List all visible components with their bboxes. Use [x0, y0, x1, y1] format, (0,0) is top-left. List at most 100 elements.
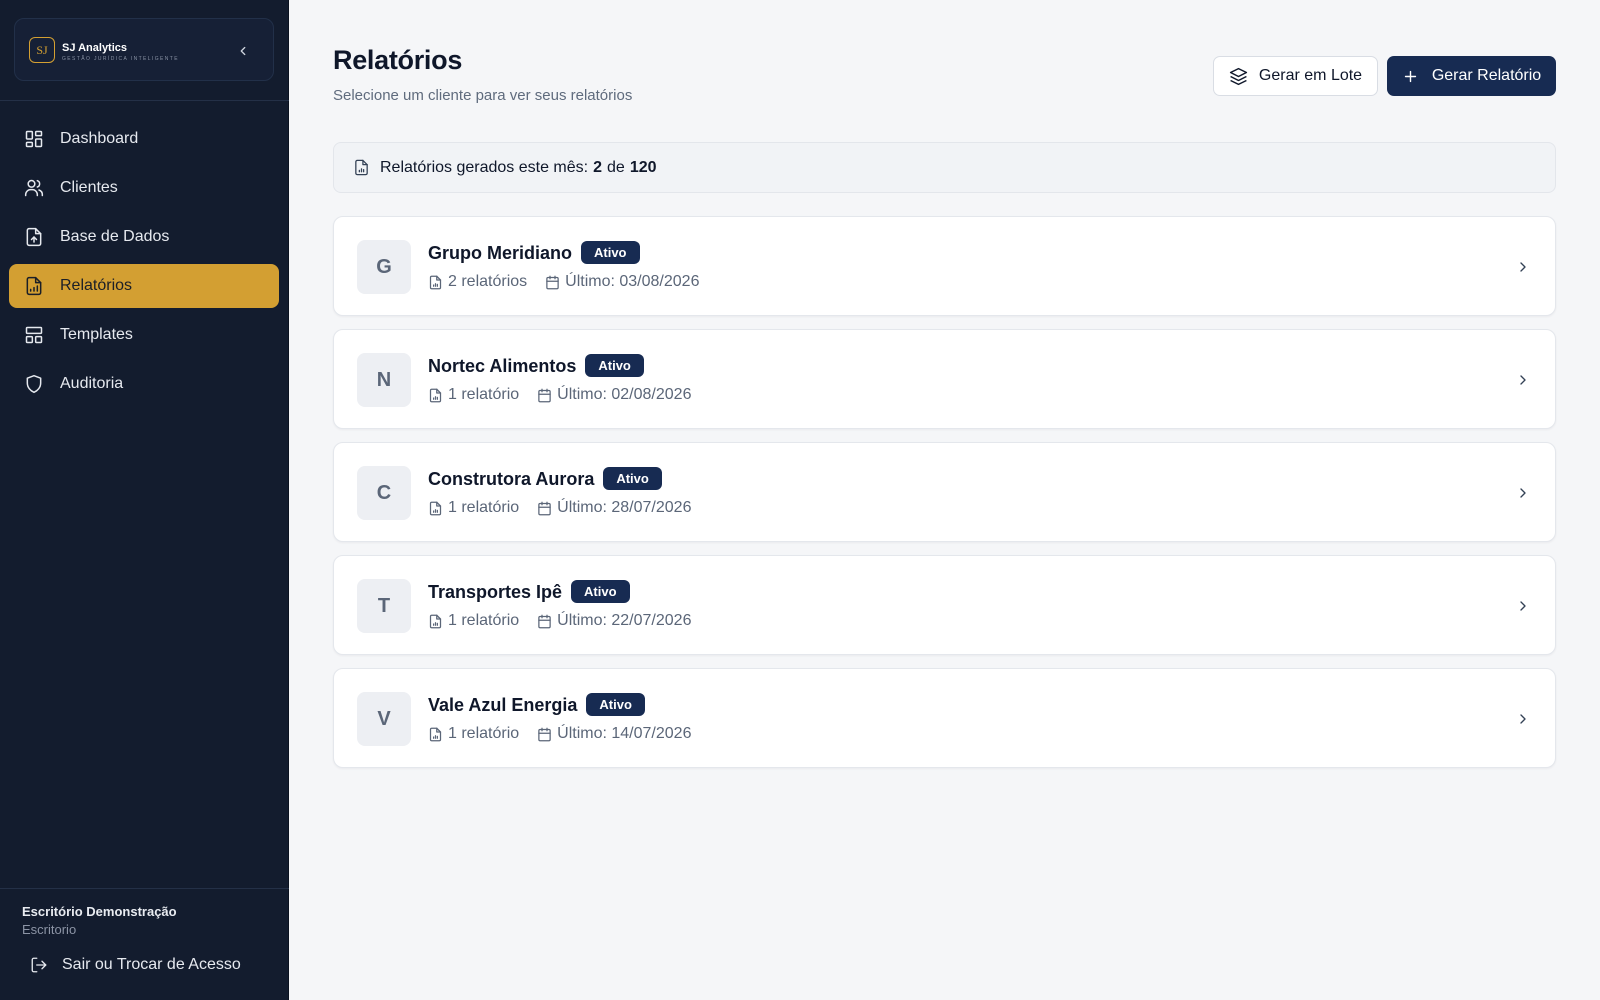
client-meta: 1 relatório Último: 02/08/2026: [428, 386, 691, 404]
generate-report-label: Gerar Relatório: [1431, 67, 1542, 84]
status-badge: Ativo: [571, 580, 630, 603]
report-count: 1 relatório: [448, 725, 520, 742]
sidebar-item-auditoria[interactable]: Auditoria: [9, 362, 279, 406]
chevron-right-icon: [1513, 370, 1533, 390]
logout-button[interactable]: Sair ou Trocar de Acesso: [30, 955, 241, 975]
file-chart-icon: [428, 387, 444, 403]
file-chart-icon: [428, 500, 444, 516]
client-meta: 1 relatório Último: 22/07/2026: [428, 612, 691, 630]
sidebar-item-label: Dashboard: [60, 130, 139, 147]
sidebar: SJ SJ Analytics GESTÃO JURÍDICA INTELIGE…: [0, 0, 289, 1000]
logout-icon: [30, 955, 50, 975]
client-list: G Grupo Meridiano Ativo 2 relatórios Últi…: [333, 216, 1556, 781]
file-chart-icon: [23, 275, 45, 297]
office-name: Escritório Demonstração: [22, 904, 177, 919]
status-badge: Ativo: [603, 467, 662, 490]
last-report-date: Último: 28/07/2026: [557, 499, 692, 516]
brand-logo: SJ: [29, 37, 55, 63]
client-name-text: Nortec Alimentos: [428, 356, 577, 376]
client-name-text: Grupo Meridiano: [428, 243, 572, 263]
client-meta: 1 relatório Último: 14/07/2026: [428, 725, 691, 743]
plus-icon: [1402, 66, 1422, 86]
client-name-text: Vale Azul Energia: [428, 695, 578, 715]
client-card[interactable]: V Vale Azul Energia Ativo 1 relatório Últ…: [333, 668, 1556, 768]
file-chart-icon: [353, 159, 371, 177]
chevron-right-icon: [1513, 596, 1533, 616]
sidebar-item-label: Clientes: [60, 179, 118, 196]
collapse-sidebar-button[interactable]: [233, 41, 253, 61]
client-name: Nortec Alimentos Ativo: [428, 354, 644, 377]
batch-generate-button[interactable]: Gerar em Lote: [1213, 56, 1378, 96]
client-name: Construtora Aurora Ativo: [428, 467, 662, 490]
last-report-date: Último: 03/08/2026: [565, 273, 700, 290]
client-card[interactable]: G Grupo Meridiano Ativo 2 relatórios Últi…: [333, 216, 1556, 316]
last-report-date: Último: 02/08/2026: [557, 386, 692, 403]
usage-label: Relatórios gerados este mês:: [380, 158, 589, 176]
usage-summary: Relatórios gerados este mês: 2 de 120: [333, 142, 1556, 193]
chevron-right-icon: [1513, 257, 1533, 277]
sidebar-item-label: Relatórios: [60, 277, 133, 294]
client-name: Vale Azul Energia Ativo: [428, 693, 645, 716]
status-badge: Ativo: [581, 241, 640, 264]
status-badge: Ativo: [585, 354, 644, 377]
file-chart-icon: [428, 726, 444, 742]
client-card[interactable]: N Nortec Alimentos Ativo 1 relatório Últi…: [333, 329, 1556, 429]
client-avatar: N: [357, 353, 411, 407]
client-avatar: T: [357, 579, 411, 633]
batch-generate-label: Gerar em Lote: [1258, 67, 1363, 84]
report-count: 1 relatório: [448, 386, 520, 403]
sidebar-item-base-de-dados[interactable]: Base de Dados: [9, 215, 279, 259]
usage-of: de: [607, 158, 625, 176]
sidebar-item-templates[interactable]: Templates: [9, 313, 279, 357]
chevron-right-icon: [1513, 483, 1533, 503]
users-icon: [23, 177, 45, 199]
client-name-text: Transportes Ipê: [428, 582, 563, 602]
file-chart-icon: [428, 274, 444, 290]
calendar-icon: [537, 726, 553, 742]
last-report-date: Último: 22/07/2026: [557, 612, 692, 629]
client-meta: 2 relatórios Último: 03/08/2026: [428, 273, 699, 291]
calendar-icon: [537, 387, 553, 403]
status-badge: Ativo: [586, 693, 645, 716]
generate-report-button[interactable]: Gerar Relatório: [1387, 56, 1556, 96]
shield-icon: [23, 373, 45, 395]
layers-icon: [1229, 66, 1249, 86]
sidebar-divider: [0, 100, 289, 101]
client-avatar: C: [357, 466, 411, 520]
brand-card: SJ SJ Analytics GESTÃO JURÍDICA INTELIGE…: [14, 18, 274, 81]
report-count: 2 relatórios: [448, 273, 528, 290]
client-name: Transportes Ipê Ativo: [428, 580, 630, 603]
page-title: Relatórios: [333, 45, 463, 75]
client-avatar: G: [357, 240, 411, 294]
page-subtitle: Selecione um cliente para ver seus relat…: [333, 87, 633, 104]
calendar-icon: [537, 500, 553, 516]
file-upload-icon: [23, 226, 45, 248]
sidebar-item-relatorios[interactable]: Relatórios: [9, 264, 279, 308]
calendar-icon: [545, 274, 561, 290]
usage-limit: 120: [629, 158, 657, 176]
sidebar-nav: Dashboard Clientes Base de Dados Relatór…: [9, 117, 279, 411]
last-report-date: Último: 14/07/2026: [557, 725, 692, 742]
sidebar-item-label: Base de Dados: [60, 228, 170, 245]
brand-tagline: GESTÃO JURÍDICA INTELIGENTE: [62, 56, 179, 62]
client-name-text: Construtora Aurora: [428, 469, 595, 489]
client-card[interactable]: T Transportes Ipê Ativo 1 relatório Últim…: [333, 555, 1556, 655]
usage-used: 2: [593, 158, 603, 176]
client-meta: 1 relatório Último: 28/07/2026: [428, 499, 691, 517]
sidebar-item-label: Templates: [60, 326, 133, 343]
client-avatar: V: [357, 692, 411, 746]
sidebar-item-dashboard[interactable]: Dashboard: [9, 117, 279, 161]
file-chart-icon: [428, 613, 444, 629]
dashboard-icon: [23, 128, 45, 150]
client-card[interactable]: C Construtora Aurora Ativo 1 relatório Úl…: [333, 442, 1556, 542]
client-name: Grupo Meridiano Ativo: [428, 241, 640, 264]
sidebar-item-clientes[interactable]: Clientes: [9, 166, 279, 210]
calendar-icon: [537, 613, 553, 629]
brand-name: SJ Analytics: [62, 42, 128, 54]
sidebar-item-label: Auditoria: [60, 375, 124, 392]
chevron-left-icon: [240, 46, 246, 56]
logout-label: Sair ou Trocar de Acesso: [62, 956, 241, 973]
layout-icon: [23, 324, 45, 346]
chevron-right-icon: [1513, 709, 1533, 729]
office-type: Escritorio: [22, 922, 77, 937]
